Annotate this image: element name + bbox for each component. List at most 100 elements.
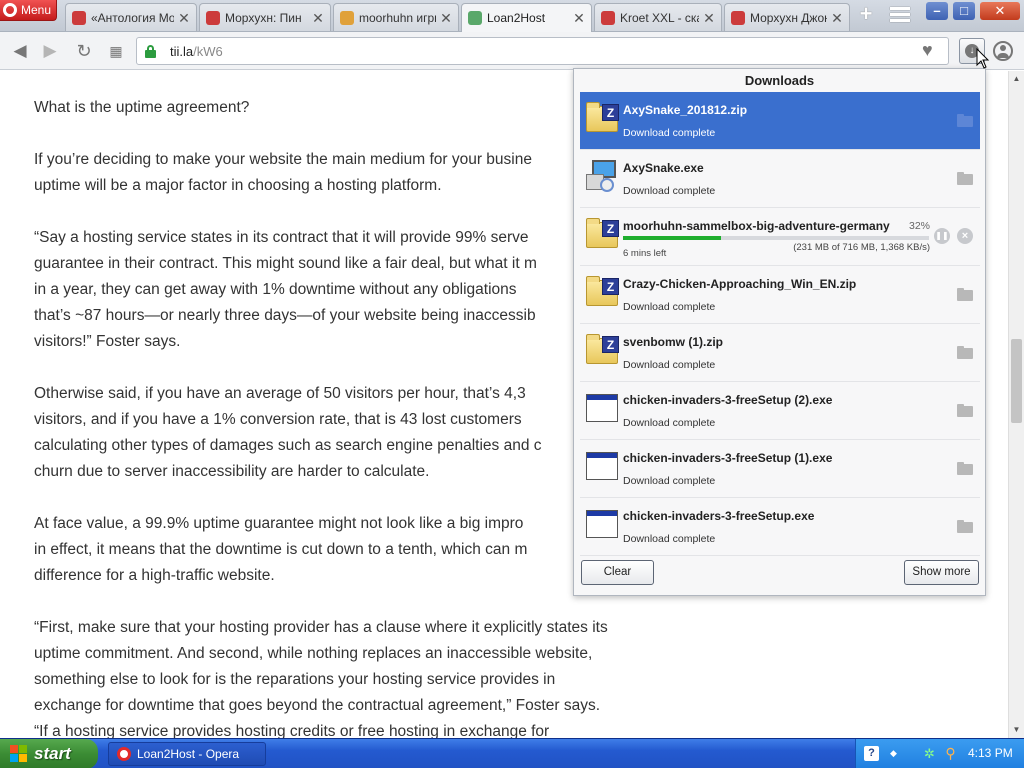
download-item[interactable]: Zsvenbomw (1).zip Download complete [580, 324, 980, 382]
zip-folder-icon: Z [584, 276, 620, 308]
download-filename: moorhuhn-sammelbox-big-adventure-germany [623, 219, 890, 233]
browser-tab[interactable]: «Антология Mo ✕ [65, 3, 197, 31]
show-in-folder-icon[interactable] [957, 288, 973, 301]
tray-expand-icon[interactable]: ◆ [886, 746, 901, 761]
download-filename: chicken-invaders-3-freeSetup (1).exe [623, 451, 833, 465]
tab-menu-icon[interactable] [890, 7, 910, 23]
show-in-folder-icon[interactable] [957, 462, 973, 475]
account-icon[interactable] [993, 41, 1013, 61]
close-window-button[interactable]: ✕ [980, 2, 1020, 20]
tab-close-icon[interactable]: ✕ [703, 11, 715, 25]
download-filename: AxySnake.exe [623, 161, 704, 175]
tab-label: Kroet XXL - ска [620, 10, 699, 25]
download-item[interactable]: chicken-invaders-3-freeSetup.exe Download… [580, 498, 980, 556]
menu-label: Menu [21, 3, 52, 17]
tab-favicon-icon [206, 10, 220, 25]
new-tab-plus-icon[interactable]: + [856, 3, 876, 25]
download-status: Download complete [623, 301, 716, 313]
download-item[interactable]: Z AxySnake_201812.zip Download complete [580, 92, 980, 150]
show-in-folder-icon[interactable] [957, 404, 973, 417]
browser-tab[interactable]: Loan2Host ✕ [461, 3, 592, 32]
show-in-folder-icon[interactable] [957, 172, 973, 185]
download-status: Download complete [623, 533, 716, 545]
tab-close-icon[interactable]: ✕ [831, 11, 843, 25]
network-icon[interactable]: ✲ [922, 746, 937, 761]
maximize-window-button[interactable]: □ [953, 2, 975, 20]
windows-taskbar: start Loan2Host - Opera ? ◆ ✲ ⚲ 4:13 PM [0, 738, 1024, 768]
back-arrow-icon[interactable]: ◀ [10, 41, 30, 61]
article-paragraph: “First, make sure that your hosting prov… [34, 619, 608, 738]
setup-icon [584, 160, 620, 192]
clock: 4:13 PM [968, 746, 1013, 760]
tab-label: moorhuhn игры [359, 10, 436, 25]
reload-icon[interactable]: ↻ [74, 41, 94, 61]
scroll-down-arrow-icon[interactable]: ▼ [1009, 722, 1024, 738]
pause-icon[interactable]: ❚❚ [934, 228, 950, 244]
show-in-folder-icon[interactable] [957, 114, 973, 127]
browser-tab[interactable]: moorhuhn игры ✕ [333, 3, 459, 31]
download-item[interactable]: AxySnake.exe Download complete [580, 150, 980, 208]
tab-close-icon[interactable]: ✕ [178, 11, 190, 25]
download-filename: svenbomw (1).zip [623, 335, 724, 349]
download-item[interactable]: chicken-invaders-3-freeSetup (2).exe Down… [580, 382, 980, 440]
exe-window-icon [584, 450, 620, 482]
browser-tab[interactable]: Kroet XXL - ска ✕ [594, 3, 722, 31]
cancel-download-icon[interactable]: × [957, 228, 973, 244]
url-host: tii.la [170, 44, 194, 59]
tab-favicon-icon [468, 11, 482, 25]
download-percent: 32% [908, 220, 930, 232]
address-bar[interactable]: tii.la/kW6 ♥ [136, 37, 949, 65]
minimize-window-button[interactable]: – [926, 2, 948, 20]
scroll-thumb[interactable] [1011, 339, 1022, 423]
windows-flag-icon [10, 745, 28, 763]
download-status: Download complete [623, 417, 716, 429]
zip-folder-icon: Z [584, 334, 620, 366]
lock-icon [145, 45, 156, 58]
heart-bookmark-icon[interactable]: ♥ [922, 40, 933, 61]
tab-close-icon[interactable]: ✕ [440, 11, 452, 25]
show-in-folder-icon[interactable] [957, 346, 973, 359]
download-progress-bar [623, 236, 929, 240]
scroll-up-arrow-icon[interactable]: ▲ [1009, 71, 1024, 87]
download-status: Download complete [623, 475, 716, 487]
system-tray: ? ◆ ✲ ⚲ 4:13 PM [855, 739, 1024, 768]
tab-close-icon[interactable]: ✕ [312, 11, 324, 25]
forward-arrow-icon[interactable]: ▶ [40, 41, 60, 61]
tab-label: Морхухн: Пин [225, 10, 302, 25]
taskbar-item-opera[interactable]: Loan2Host - Opera [108, 742, 266, 766]
tab-favicon-icon [72, 10, 86, 25]
exe-window-icon [584, 508, 620, 540]
browser-tab[interactable]: Морхухн: Пин ✕ [199, 3, 331, 31]
show-in-folder-icon[interactable] [957, 520, 973, 533]
start-button[interactable]: start [0, 739, 98, 768]
zip-folder-icon: Z [584, 102, 620, 134]
downloads-panel: Downloads Z AxySnake_201812.zip Download c… [573, 68, 986, 596]
download-status: Download complete [623, 127, 716, 139]
download-item[interactable]: chicken-invaders-3-freeSetup (1).exe Down… [580, 440, 980, 498]
download-filename: AxySnake_201812.zip [623, 103, 748, 117]
search-icon[interactable]: ⚲ [943, 746, 958, 761]
download-filename: Crazy-Chicken-Approaching_Win_EN.zip [623, 277, 857, 291]
browser-tab[interactable]: Морхухн Джон ✕ [724, 3, 850, 31]
download-time-left: 6 mins left [623, 248, 667, 259]
speed-dial-grid-icon[interactable]: ▦ [106, 41, 126, 61]
download-item[interactable]: Z Crazy-Chicken-Approaching_Win_EN.zip Dow… [580, 266, 980, 324]
opera-logo-icon [3, 3, 17, 17]
tab-favicon-icon [340, 10, 354, 25]
address-toolbar: ◀ ▶ ↻ ▦ tii.la/kW6 ♥ ↓ [0, 32, 1024, 70]
zip-folder-icon: Z [584, 218, 620, 250]
opera-menu-button[interactable]: Menu [0, 0, 57, 21]
tab-favicon-icon [731, 10, 745, 25]
download-filename: chicken-invaders-3-freeSetup.exe [623, 509, 815, 523]
tab-label: Loan2Host [487, 11, 546, 25]
show-more-button[interactable]: Show more [904, 560, 979, 585]
help-icon[interactable]: ? [864, 746, 879, 761]
download-item[interactable]: Zmoorhuhn-sammelbox-big-adventure-german… [580, 208, 980, 266]
download-filename: chicken-invaders-3-freeSetup (2).exe [623, 393, 833, 407]
tab-close-icon[interactable]: ✕ [573, 11, 585, 25]
page-scrollbar[interactable]: ▲ ▼ [1008, 71, 1024, 738]
url-text[interactable]: tii.la/kW6 [170, 44, 223, 59]
clear-downloads-button[interactable]: Clear [581, 560, 654, 585]
download-status: Download complete [623, 185, 716, 197]
start-label: start [34, 744, 71, 763]
